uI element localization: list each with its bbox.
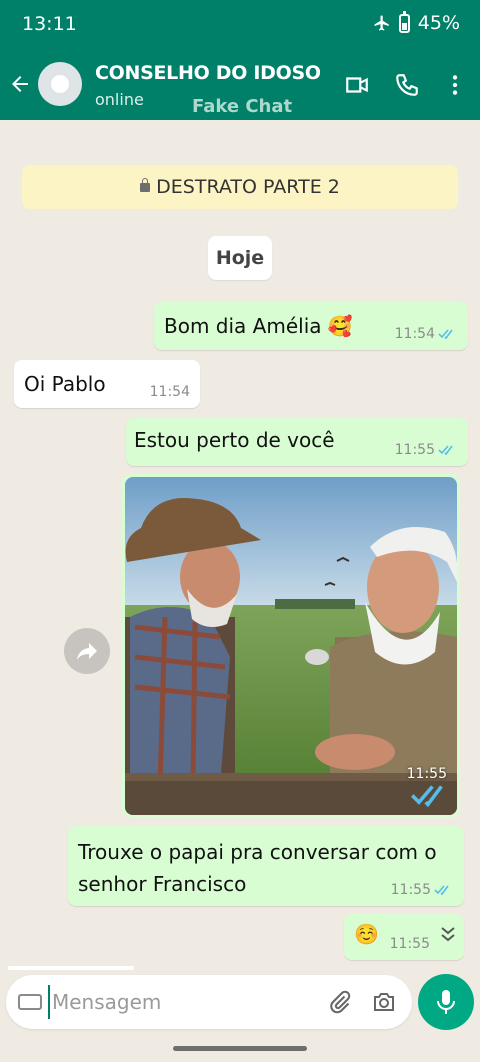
message-bubble-image[interactable]: 11:55 (122, 474, 460, 818)
message-text: Estou perto de você (134, 428, 335, 452)
read-ticks-icon (438, 329, 453, 340)
message-text: ☺️ (354, 922, 379, 946)
message-meta: 11:55 (391, 882, 452, 898)
encryption-banner[interactable]: DESTRATO PARTE 2 (22, 165, 458, 209)
avatar[interactable] (38, 62, 82, 106)
home-indicator[interactable] (173, 1046, 307, 1051)
forward-button[interactable] (64, 628, 110, 674)
back-arrow-icon[interactable] (8, 72, 32, 96)
contact-name[interactable]: CONSELHO DO IDOSO (95, 62, 321, 84)
message-bubble-outgoing[interactable]: Bom dia Amélia 🥰 11:54 (154, 302, 468, 350)
mic-icon (437, 990, 455, 1014)
message-bubble-outgoing[interactable]: Trouxe o papai pra conversar com o senho… (68, 826, 464, 906)
message-bubble-outgoing[interactable]: Estou perto de você 11:55 (126, 418, 468, 466)
contact-status: online (95, 90, 144, 109)
message-time: 11:54 (394, 326, 435, 342)
message-meta: 11:55 (407, 766, 447, 809)
lock-icon (140, 178, 151, 192)
message-text: Oi Pablo (24, 372, 106, 396)
message-time: 11:54 (149, 384, 190, 400)
more-options-icon[interactable] (442, 72, 468, 98)
chat-area[interactable]: DESTRATO PARTE 2 Hoje Bom dia Amélia 🥰 1… (0, 120, 480, 972)
message-time: 11:55 (394, 442, 435, 458)
keyboard-icon[interactable] (18, 994, 42, 1010)
read-ticks-icon (438, 445, 453, 456)
message-time: 11:55 (389, 936, 430, 952)
camera-icon[interactable] (372, 990, 396, 1014)
date-chip: Hoje (208, 236, 272, 280)
mic-button[interactable] (418, 974, 474, 1030)
forward-icon (77, 643, 97, 660)
voice-call-icon[interactable] (394, 72, 420, 98)
battery-icon (398, 10, 410, 33)
airplane-icon (374, 15, 389, 31)
banner-text: DESTRATO PARTE 2 (156, 176, 340, 198)
message-meta: 11:55 (395, 442, 456, 458)
attach-icon[interactable] (328, 990, 352, 1014)
message-time: 11:55 (390, 882, 431, 898)
message-meta: 11:54 (395, 326, 456, 342)
two-elderly-men-talking-photo[interactable]: 11:55 (125, 477, 457, 815)
status-bar: 13:11 45% (0, 0, 480, 50)
battery-percent: 45% (417, 12, 460, 34)
message-time: 11:55 (406, 766, 447, 783)
scroll-down-icon[interactable] (434, 920, 462, 948)
video-call-icon[interactable] (344, 72, 370, 98)
read-ticks-icon (410, 785, 443, 808)
message-input[interactable] (48, 985, 318, 1019)
message-text: Bom dia Amélia 🥰 (164, 314, 353, 338)
status-time: 13:11 (22, 13, 77, 35)
read-ticks-icon (434, 885, 449, 896)
message-composer[interactable] (6, 975, 412, 1029)
message-bubble-incoming[interactable]: Oi Pablo 11:54 (14, 360, 200, 408)
fake-chat-watermark: Fake Chat (192, 96, 293, 117)
partial-bubble-edge (8, 966, 134, 970)
